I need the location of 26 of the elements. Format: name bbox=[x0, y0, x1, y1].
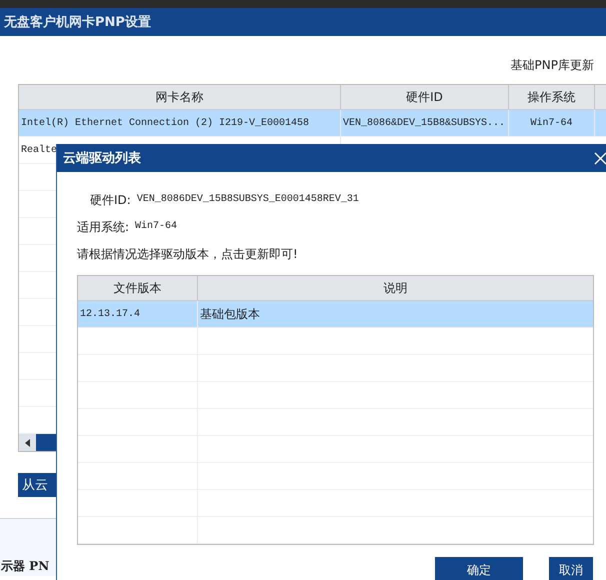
field-label: 硬件ID: bbox=[90, 192, 131, 209]
table-cell: Win7-64 bbox=[509, 110, 595, 136]
ok-button[interactable]: 确定 bbox=[435, 557, 523, 580]
table-cell-text: 基础包版本 bbox=[199, 306, 261, 322]
left-arrow-icon bbox=[25, 438, 30, 446]
column-header[interactable]: 网卡名称 bbox=[19, 85, 341, 109]
cancel-button[interactable]: 取消 bbox=[549, 557, 593, 580]
column-header[interactable]: 硬件ID bbox=[341, 85, 509, 109]
update-note: 基础PNP库更新 bbox=[510, 57, 594, 74]
column-header[interactable]: 文件版本 bbox=[78, 276, 198, 300]
section-label: 示器 PN bbox=[1, 559, 50, 573]
window-title: 无盘客户机网卡PNP设置 bbox=[4, 14, 151, 31]
table-cell: 12.13.17.4 bbox=[78, 301, 198, 327]
scroll-left-button[interactable] bbox=[19, 434, 36, 451]
close-button[interactable] bbox=[593, 151, 606, 166]
table-row[interactable]: Intel(R) Ethernet Connection (2) I219-V_E0001458 VEN_8086&DEV_15B8&SUBSYS... Win7-64 bbox=[19, 110, 606, 137]
field-value: Win7-64 bbox=[135, 220, 178, 234]
close-icon bbox=[594, 152, 606, 165]
field-value: VEN_8086DEV_15B8SUBSYS_E0001458REV_31 bbox=[136, 193, 359, 207]
table-cell: VEN_8086&DEV_15B8&SUBSYS... bbox=[341, 110, 509, 136]
table-cell: Intel(R) Ethernet Connection (2) I219-V_E0001458 bbox=[19, 110, 341, 136]
column-header[interactable]: 说明 bbox=[198, 276, 593, 300]
field-label: 适用系统: bbox=[77, 219, 130, 236]
table-row[interactable]: 12.13.17.4 基础包版本 bbox=[78, 301, 593, 328]
instruction-text: 请根据情况选择驱动版本，点击更新即可! bbox=[77, 246, 298, 263]
column-header[interactable]: 操作系统 bbox=[509, 85, 595, 109]
